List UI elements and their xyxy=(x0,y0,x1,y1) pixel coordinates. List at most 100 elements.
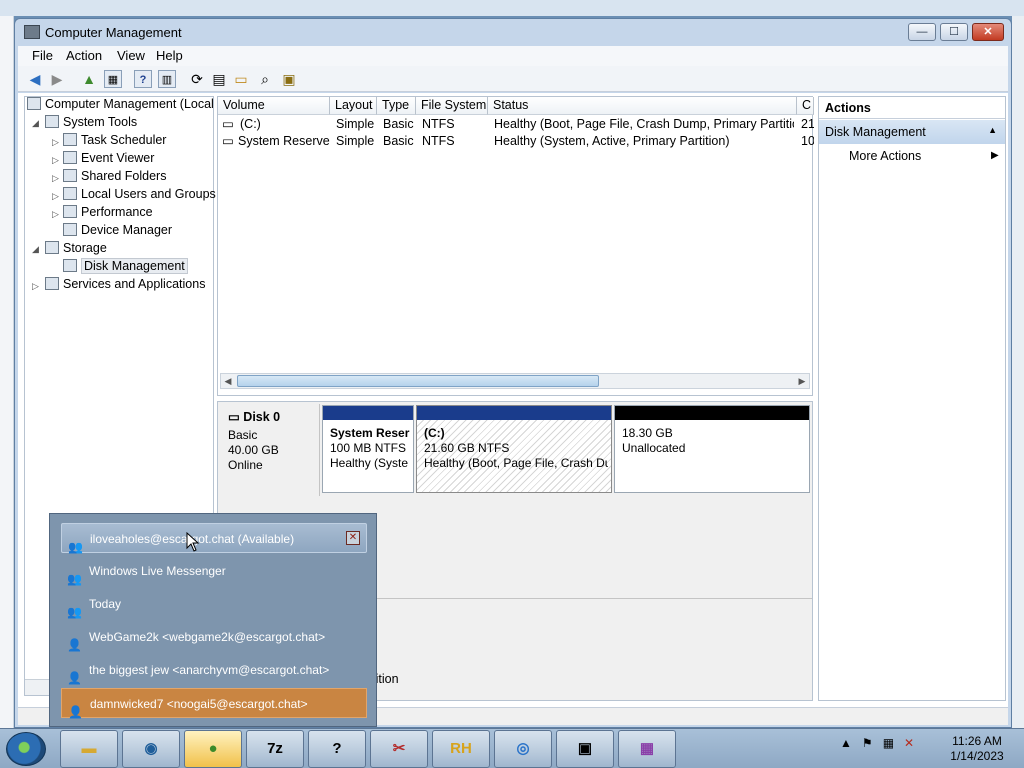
menu-help[interactable]: Help xyxy=(156,48,183,63)
expand-arrow-icon[interactable]: ◢ xyxy=(32,118,39,129)
partition-unallocated[interactable]: 18.30 GB Unallocated xyxy=(614,405,810,493)
jump-item-label: Windows Live Messenger xyxy=(89,564,226,578)
forward-arrow-icon[interactable]: ▶ xyxy=(48,70,66,88)
7zip-taskbar-button[interactable]: 7z xyxy=(246,730,304,768)
help-taskbar-button[interactable]: ? xyxy=(308,730,366,768)
partition-bar xyxy=(615,406,809,420)
search-icon[interactable]: ⌕ xyxy=(256,70,274,88)
properties-icon[interactable]: ▤ xyxy=(210,70,228,88)
partition-body: System Reser 100 MB NTFS Healthy (Syste xyxy=(326,423,410,489)
up-folder-icon[interactable]: ▲ xyxy=(80,70,98,88)
column-capacity[interactable]: C xyxy=(797,97,814,115)
tree-event-viewer[interactable]: Event Viewer xyxy=(63,151,154,169)
tree-device-manager[interactable]: Device Manager xyxy=(63,223,172,241)
explorer-taskbar-button[interactable]: ▬ xyxy=(60,730,118,768)
tools-icon xyxy=(45,115,59,128)
volume-type: Basic xyxy=(383,134,414,148)
disk-icon xyxy=(63,259,77,272)
minimize-button[interactable]: — xyxy=(908,23,936,41)
browser-taskbar-button[interactable]: ◉ xyxy=(122,730,180,768)
tree-shared-folders[interactable]: Shared Folders xyxy=(63,169,166,187)
storage-icon xyxy=(45,241,59,254)
column-file-system[interactable]: File System xyxy=(416,97,488,115)
volume-name[interactable]: System Reserved xyxy=(238,133,330,150)
volume-name[interactable]: (C:) xyxy=(240,116,330,133)
volume-scrollbar[interactable]: ◀ ▶ xyxy=(220,373,810,389)
collapse-arrow-icon[interactable]: ▲ xyxy=(988,125,997,135)
scroll-right-icon[interactable]: ▶ xyxy=(795,374,809,388)
partition-status: Unallocated xyxy=(622,441,686,455)
collapsed-arrow-icon[interactable]: ▷ xyxy=(32,281,39,292)
maximize-button[interactable]: ☐ xyxy=(940,23,968,41)
start-button[interactable] xyxy=(6,732,46,766)
partition-system-reserved[interactable]: System Reser 100 MB NTFS Healthy (Syste xyxy=(322,405,414,493)
menu-action[interactable]: Action xyxy=(66,48,102,63)
partition-status: Healthy (Syste xyxy=(330,456,409,470)
action-pane-icon[interactable]: ▥ xyxy=(158,70,176,88)
column-volume[interactable]: Volume xyxy=(218,97,330,115)
messenger-taskbar-button[interactable]: ● xyxy=(184,730,242,768)
tree-disk-management[interactable]: Disk Management xyxy=(63,258,188,277)
scroll-left-icon[interactable]: ◀ xyxy=(221,374,235,388)
tree-services[interactable]: Services and Applications xyxy=(45,277,205,295)
column-status[interactable]: Status xyxy=(488,97,797,115)
collapsed-arrow-icon[interactable]: ▷ xyxy=(52,191,59,202)
tree-system-tools[interactable]: System Tools xyxy=(45,115,137,133)
title-bar[interactable]: Computer Management — ☐ ✕ xyxy=(15,19,1011,46)
tree-root[interactable]: Computer Management (Local xyxy=(27,97,214,115)
refresh-icon[interactable]: ⟳ xyxy=(188,70,206,88)
resource-hacker-taskbar-button[interactable]: RH xyxy=(432,730,490,768)
column-type[interactable]: Type xyxy=(377,97,416,115)
open-folder-icon[interactable]: ▭ xyxy=(232,70,250,88)
disk-label[interactable]: ▭ Disk 0 Basic 40.00 GB Online xyxy=(220,404,320,496)
volume-muted-icon[interactable]: ✕ xyxy=(904,736,914,750)
settings-icon[interactable]: ▣ xyxy=(280,70,298,88)
collapsed-arrow-icon[interactable]: ▷ xyxy=(52,155,59,166)
jump-item-today[interactable]: 👥 Today xyxy=(61,589,367,619)
tree-task-scheduler[interactable]: Task Scheduler xyxy=(63,133,166,151)
collapsed-arrow-icon[interactable]: ▷ xyxy=(52,209,59,220)
messenger-buddy-icon: 👥 xyxy=(68,540,83,554)
computer-management-taskbar-button[interactable]: ▣ xyxy=(556,730,614,768)
column-layout[interactable]: Layout xyxy=(330,97,377,115)
jump-item-messenger[interactable]: 👥 Windows Live Messenger xyxy=(61,556,367,586)
volume-capacity: 21 xyxy=(801,117,814,131)
submenu-arrow-icon[interactable]: ▶ xyxy=(991,150,999,161)
notification-area: ▲ ⚑ ▦ ✕ xyxy=(840,736,914,750)
collapsed-arrow-icon[interactable]: ▷ xyxy=(52,137,59,148)
close-icon[interactable]: ✕ xyxy=(346,531,360,545)
clock[interactable]: 11:26 AM 1/14/2023 xyxy=(942,734,1012,764)
tree-performance[interactable]: Performance xyxy=(63,205,153,223)
clock-date: 1/14/2023 xyxy=(950,749,1004,763)
jump-item-contact[interactable]: 👤 WebGame2k <webgame2k@escargot.chat> xyxy=(61,622,367,652)
volume-fs: NTFS xyxy=(422,134,455,148)
back-arrow-icon[interactable]: ◀ xyxy=(26,70,44,88)
show-hide-tree-icon[interactable]: ▦ xyxy=(104,70,122,88)
actions-section-disk-management[interactable]: Disk Management ▲ xyxy=(819,120,1005,144)
tree-storage[interactable]: Storage xyxy=(45,241,107,259)
installer-taskbar-button[interactable]: ▦ xyxy=(618,730,676,768)
jump-item-contact-active[interactable]: 👤 damnwicked7 <noogai5@escargot.chat> xyxy=(61,688,367,719)
expand-arrow-icon[interactable]: ◢ xyxy=(32,244,39,255)
disk-icon: ▭ xyxy=(228,410,244,424)
jump-item-contact[interactable]: 👤 the biggest jew <anarchyvm@escargot.ch… xyxy=(61,655,367,685)
network-icon[interactable]: ▦ xyxy=(883,736,894,750)
volume-capacity: 10 xyxy=(801,134,814,148)
partition-c[interactable]: (C:) 21.60 GB NTFS Healthy (Boot, Page F… xyxy=(416,405,612,493)
partition-bar xyxy=(417,406,611,420)
scroll-thumb[interactable] xyxy=(237,375,599,387)
more-actions[interactable]: More Actions xyxy=(849,149,921,163)
snipping-taskbar-button[interactable]: ✂ xyxy=(370,730,428,768)
help-icon[interactable]: ? xyxy=(134,70,152,88)
menu-view[interactable]: View xyxy=(117,48,145,63)
chrome-taskbar-button[interactable]: ◎ xyxy=(494,730,552,768)
flag-icon[interactable]: ⚑ xyxy=(862,736,873,750)
collapsed-arrow-icon[interactable]: ▷ xyxy=(52,173,59,184)
tree-local-users[interactable]: Local Users and Groups xyxy=(63,187,216,205)
menu-file[interactable]: File xyxy=(32,48,53,63)
jump-item-status[interactable]: 👥 iloveaholes@escargot.chat (Available) … xyxy=(61,523,367,554)
close-button[interactable]: ✕ xyxy=(972,23,1004,41)
volume-status: Healthy (System, Active, Primary Partiti… xyxy=(494,134,730,148)
show-hidden-icons[interactable]: ▲ xyxy=(840,736,852,750)
disk-name-text: Disk 0 xyxy=(243,410,281,424)
